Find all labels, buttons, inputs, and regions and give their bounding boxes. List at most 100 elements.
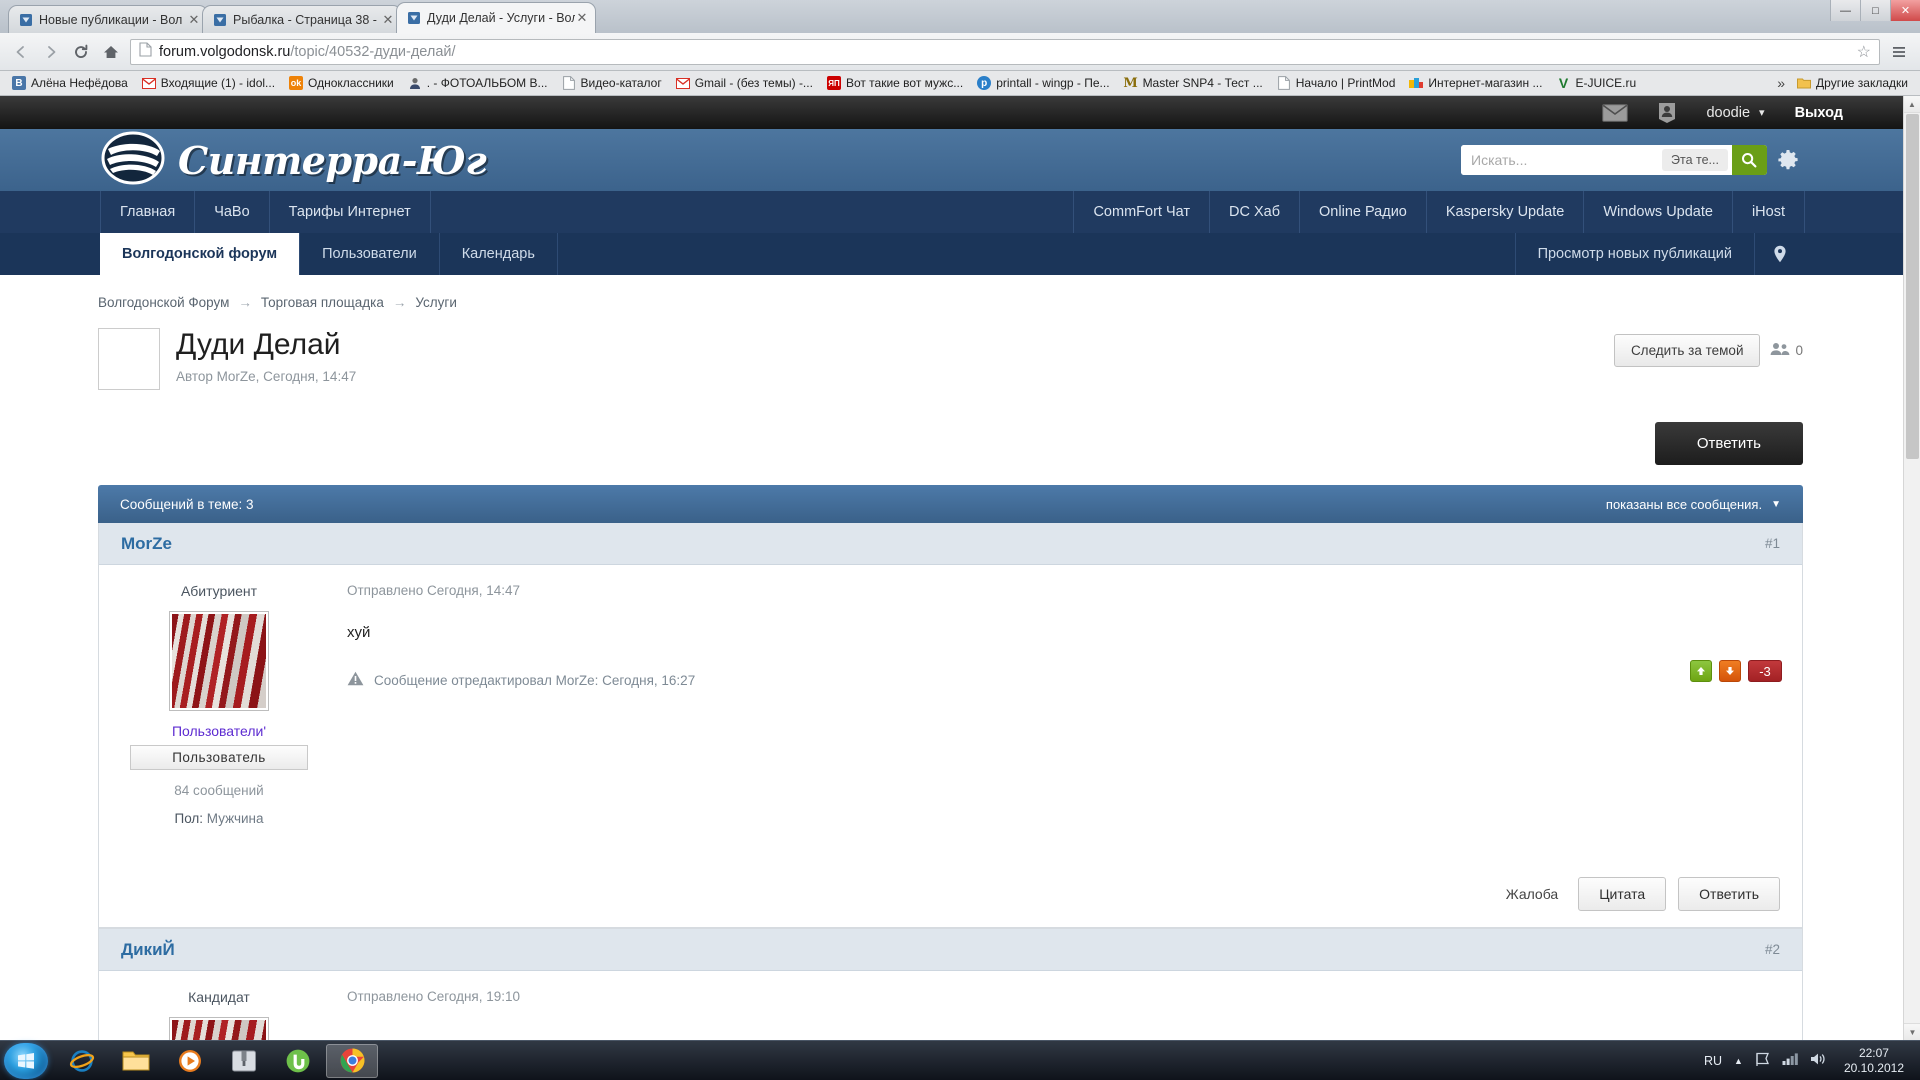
address-bar[interactable]: forum.volgodonsk.ru/topic/40532-дуди-дел… bbox=[130, 38, 1880, 65]
nav-item-dc-hub[interactable]: DC Хаб bbox=[1210, 191, 1301, 233]
chrome-menu-icon[interactable] bbox=[1888, 41, 1910, 63]
nav-item-online-radio[interactable]: Online Радио bbox=[1300, 191, 1427, 233]
bookmark-star-icon[interactable]: ☆ bbox=[1857, 42, 1871, 62]
posts-filter-dropdown[interactable]: показаны все сообщения. ▼ bbox=[1606, 497, 1781, 512]
site-brand[interactable]: Синтерра-Юг bbox=[100, 129, 487, 191]
bookmark-item[interactable]: Входящие (1) - idol... bbox=[136, 74, 281, 92]
avatar[interactable] bbox=[169, 611, 269, 711]
search-icon[interactable] bbox=[1731, 145, 1767, 175]
tab-close-icon[interactable]: ✕ bbox=[187, 13, 201, 26]
other-bookmarks-label: Другие закладки bbox=[1816, 76, 1908, 90]
logout-link[interactable]: Выход bbox=[1795, 105, 1843, 121]
arrow-up-icon[interactable] bbox=[1690, 660, 1712, 682]
page-scrollbar[interactable]: ▲ ▼ bbox=[1903, 96, 1920, 1040]
breadcrumb-item-forum[interactable]: Волгодонской Форум bbox=[98, 295, 229, 310]
nav-item-commfort-chat[interactable]: CommFort Чат bbox=[1073, 191, 1211, 233]
user-card-icon[interactable] bbox=[1658, 102, 1676, 124]
bookmark-item[interactable]: Интернет-магазин ... bbox=[1403, 74, 1548, 92]
taskbar-item-media-player[interactable] bbox=[164, 1044, 216, 1078]
breadcrumb-separator: → bbox=[238, 295, 252, 310]
forward-icon[interactable] bbox=[40, 41, 62, 63]
post-author-link[interactable]: MorZe bbox=[121, 534, 172, 554]
volume-icon[interactable] bbox=[1810, 1052, 1826, 1069]
clock[interactable]: 22:07 20.10.2012 bbox=[1838, 1046, 1910, 1076]
post-timestamp: Отправлено Сегодня, 14:47 bbox=[347, 583, 520, 598]
search-area: Эта те... bbox=[1461, 145, 1799, 175]
location-pin-icon[interactable] bbox=[1754, 233, 1805, 275]
windows-start-orb-icon[interactable] bbox=[4, 1042, 48, 1079]
scrollbar-thumb[interactable] bbox=[1906, 114, 1919, 459]
envelope-icon[interactable] bbox=[1602, 103, 1629, 122]
other-bookmarks-item[interactable]: Другие закладки bbox=[1791, 74, 1914, 92]
breadcrumb-item-services[interactable]: Услуги bbox=[415, 295, 457, 310]
post-number[interactable]: #1 bbox=[1765, 536, 1780, 551]
bookmark-item[interactable]: ЯП Вот такие вот мужс... bbox=[821, 74, 969, 92]
back-icon[interactable] bbox=[10, 41, 32, 63]
tab-calendar[interactable]: Календарь bbox=[440, 233, 558, 275]
nav-item-faq[interactable]: ЧаВо bbox=[195, 191, 270, 233]
reload-icon[interactable] bbox=[70, 41, 92, 63]
taskbar-item-google-chrome[interactable] bbox=[326, 1043, 378, 1078]
bookmark-item[interactable]: . - ФОТОАЛЬБОМ В... bbox=[402, 74, 554, 92]
avatar[interactable] bbox=[169, 1017, 269, 1040]
bookmarks-overflow-icon[interactable]: » bbox=[1777, 75, 1785, 91]
post-number[interactable]: #2 bbox=[1765, 942, 1780, 957]
bookmarks-overflow[interactable]: » Другие закладки bbox=[1777, 74, 1914, 92]
post-author-link[interactable]: ДикиЙ bbox=[121, 940, 175, 960]
bookmark-item[interactable]: B Алёна Нефёдова bbox=[6, 74, 134, 92]
show-hidden-icons-icon[interactable]: ▲ bbox=[1734, 1056, 1743, 1066]
bookmark-item[interactable]: ok Одноклассники bbox=[283, 74, 400, 92]
tab-title: Новые публикации - Вол bbox=[39, 12, 183, 27]
post-rating-score[interactable]: -3 bbox=[1748, 660, 1782, 682]
author-group-link[interactable]: Пользователи' bbox=[109, 723, 329, 739]
nav-item-ihost[interactable]: iHost bbox=[1733, 191, 1805, 233]
network-icon[interactable] bbox=[1782, 1052, 1798, 1069]
scroll-down-icon[interactable]: ▼ bbox=[1904, 1023, 1920, 1040]
followers-count[interactable]: 0 bbox=[1770, 342, 1803, 359]
tab-forum[interactable]: Волгодонской форум bbox=[100, 233, 301, 275]
reply-button[interactable]: Ответить bbox=[1678, 877, 1780, 911]
taskbar-item-utorrent[interactable] bbox=[272, 1044, 324, 1078]
taskbar-item-internet-explorer[interactable] bbox=[56, 1044, 108, 1078]
browser-tab-active[interactable]: Дуди Делай - Услуги - Вол ✕ bbox=[396, 2, 596, 33]
reply-button-top[interactable]: Ответить bbox=[1654, 422, 1803, 465]
arrow-down-icon[interactable] bbox=[1719, 660, 1741, 682]
account-menu[interactable]: doodie ▾ bbox=[1706, 105, 1764, 121]
tab-close-icon[interactable]: ✕ bbox=[575, 11, 589, 24]
action-center-icon[interactable] bbox=[1755, 1052, 1770, 1070]
bookmark-item[interactable]: p printall - wingp - Пе... bbox=[971, 74, 1115, 92]
view-new-content-link[interactable]: Просмотр новых публикаций bbox=[1514, 233, 1754, 275]
language-indicator[interactable]: RU bbox=[1704, 1054, 1722, 1068]
nav-item-windows-update[interactable]: Windows Update bbox=[1584, 191, 1733, 233]
taskbar-item-file-explorer[interactable] bbox=[110, 1044, 162, 1078]
browser-tab[interactable]: Новые публикации - Вол ✕ bbox=[8, 5, 208, 33]
search-box[interactable]: Эта те... bbox=[1461, 145, 1767, 175]
maximize-button[interactable]: □ bbox=[1860, 0, 1890, 21]
author-rank: Абитуриент bbox=[180, 583, 258, 599]
search-scope-selector[interactable]: Эта те... bbox=[1662, 149, 1728, 171]
bookmark-item[interactable]: V E-JUICE.ru bbox=[1550, 74, 1642, 92]
tab-close-icon[interactable]: ✕ bbox=[381, 13, 395, 26]
bookmark-item[interactable]: Видео-каталог bbox=[556, 74, 668, 92]
scroll-up-icon[interactable]: ▲ bbox=[1904, 96, 1920, 113]
breadcrumb-item-marketplace[interactable]: Торговая площадка bbox=[261, 295, 384, 310]
browser-toolbar: forum.volgodonsk.ru/topic/40532-дуди-дел… bbox=[0, 33, 1920, 71]
gear-icon[interactable] bbox=[1777, 149, 1799, 171]
follow-topic-button[interactable]: Следить за темой bbox=[1613, 334, 1761, 367]
taskbar-item-archiver[interactable] bbox=[218, 1044, 270, 1078]
search-input[interactable] bbox=[1461, 145, 1662, 175]
nav-item-kaspersky-update[interactable]: Kaspersky Update bbox=[1427, 191, 1585, 233]
close-button[interactable]: ✕ bbox=[1890, 0, 1920, 21]
report-link[interactable]: Жалоба bbox=[1498, 886, 1566, 902]
author-post-count: 84 сообщений bbox=[174, 783, 264, 798]
minimize-button[interactable]: — bbox=[1830, 0, 1860, 21]
nav-item-home[interactable]: Главная bbox=[100, 191, 196, 233]
bookmark-item[interactable]: Начало | PrintMod bbox=[1271, 74, 1402, 92]
home-icon[interactable] bbox=[100, 41, 122, 63]
quote-button[interactable]: Цитата bbox=[1578, 877, 1667, 911]
bookmark-item[interactable]: M Master SNP4 - Тест ... bbox=[1118, 74, 1269, 92]
bookmark-item[interactable]: Gmail - (без темы) -... bbox=[670, 74, 819, 92]
nav-item-tariffs[interactable]: Тарифы Интернет bbox=[270, 191, 431, 233]
browser-tab[interactable]: Рыбалка - Страница 38 - Г ✕ bbox=[202, 5, 402, 33]
tab-members[interactable]: Пользователи bbox=[300, 233, 440, 275]
